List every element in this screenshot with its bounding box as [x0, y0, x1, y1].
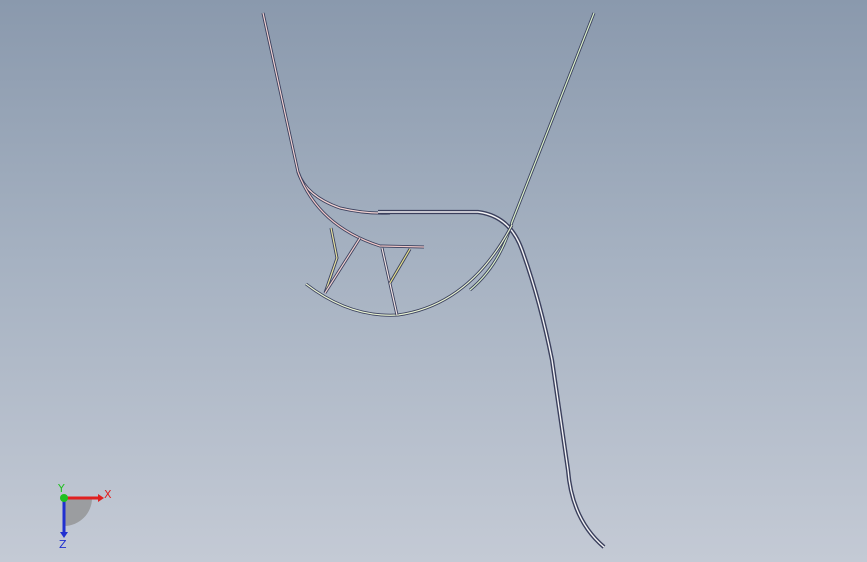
bottom-arc[interactable] — [305, 224, 514, 317]
z-axis-label: Z — [59, 538, 67, 550]
sketch-wireframe[interactable] — [0, 0, 867, 562]
triad-plane-shading — [64, 498, 92, 526]
x-axis-label: X — [104, 488, 112, 501]
y-axis-dot — [60, 494, 68, 502]
s-tail-curve[interactable] — [378, 209, 606, 549]
y-axis-label: Y — [57, 482, 65, 495]
orientation-triad: X Y Z — [44, 480, 124, 551]
left-arm-curve[interactable] — [261, 12, 391, 215]
graphics-viewport[interactable]: X Y Z — [0, 0, 867, 562]
strut-right-diagonal[interactable] — [388, 248, 412, 284]
triad-graphic: X Y Z — [57, 482, 112, 551]
right-arm-line[interactable] — [469, 12, 596, 292]
inner-curve[interactable] — [296, 171, 425, 249]
strut-left-diagonal[interactable] — [323, 237, 362, 294]
